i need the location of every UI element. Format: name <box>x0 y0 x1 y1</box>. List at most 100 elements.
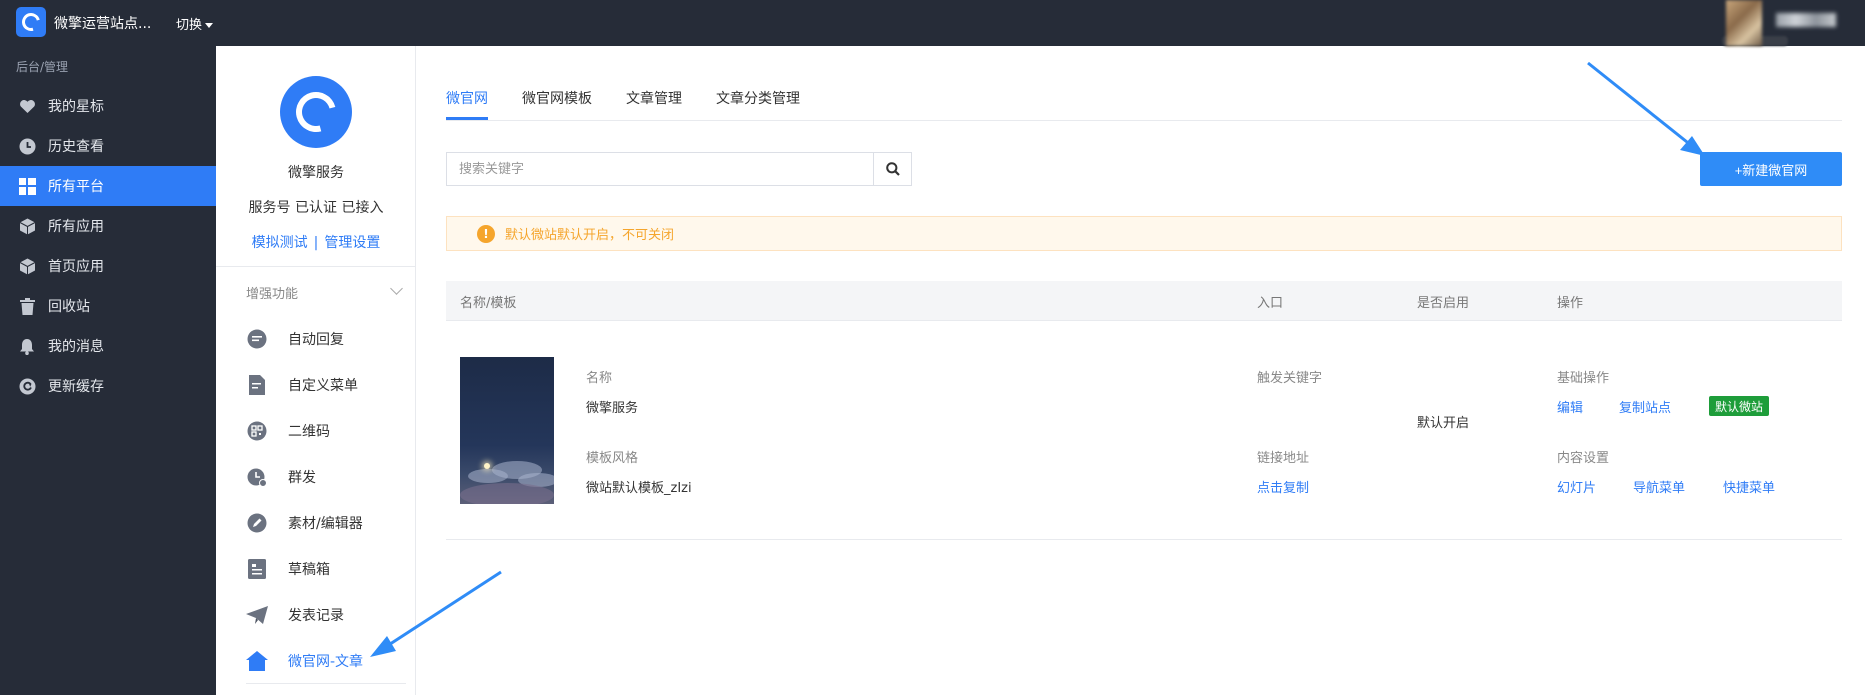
features-title[interactable]: 增强功能 <box>246 283 298 302</box>
edit-link[interactable]: 编辑 <box>1557 397 1583 416</box>
sidebar-item-label: 我的消息 <box>48 339 104 355</box>
drafts-icon <box>246 558 268 580</box>
switch-dropdown[interactable]: 切换 <box>176 14 214 33</box>
clock-icon <box>18 137 36 155</box>
grid-icon <box>18 177 36 195</box>
qrcode-icon <box>246 420 268 442</box>
warning-icon: ! <box>477 224 495 243</box>
pencil-icon <box>246 512 268 534</box>
sidebar-item-label: 历史查看 <box>48 139 104 155</box>
alert-text: 默认微站默认开启，不可关闭 <box>505 228 675 243</box>
sidebar-item-all-apps[interactable]: 所有应用 <box>0 206 216 246</box>
template-thumbnail <box>460 357 554 504</box>
tabs-divider <box>446 120 1842 121</box>
name-label: 名称 <box>586 371 613 386</box>
simulate-test-link[interactable]: 模拟测试 <box>252 235 308 251</box>
feature-qrcode[interactable]: 二维码 <box>246 415 406 447</box>
sidebar-item-refresh-cache[interactable]: 更新缓存 <box>0 366 216 406</box>
caret-down-icon <box>205 23 214 28</box>
account-panel: 微擎服务 服务号 已认证 已接入 模拟测试 | 管理设置 增强功能 自动回复 自定义… <box>216 46 416 695</box>
template-label: 模板风格 <box>586 451 639 466</box>
feature-microsite-articles[interactable]: 微官网-文章 <box>246 645 406 677</box>
trash-icon <box>18 297 36 315</box>
feature-drafts[interactable]: 草稿箱 <box>246 553 406 585</box>
column-entry: 入口 <box>1257 296 1284 311</box>
tab-article-category-management[interactable]: 文章分类管理 <box>716 86 800 122</box>
sidebar-item-history[interactable]: 历史查看 <box>0 126 216 166</box>
trigger-keyword-label: 触发关键字 <box>1257 371 1323 386</box>
feature-label: 素材/编辑器 <box>288 516 363 532</box>
sidebar-item-label: 我的星标 <box>48 99 104 115</box>
sidebar-item-label: 回收站 <box>48 299 90 315</box>
heart-icon <box>18 97 36 115</box>
link-address-label: 链接地址 <box>1257 451 1310 466</box>
document-edit-icon <box>246 374 268 396</box>
feature-auto-reply[interactable]: 自动回复 <box>246 323 406 355</box>
broadcast-icon <box>246 466 268 488</box>
sidebar-item-label: 所有平台 <box>48 179 104 195</box>
table-header: 名称/模板 入口 是否启用 操作 <box>446 281 1842 321</box>
feature-publish-records[interactable]: 发表记录 <box>246 599 406 631</box>
tab-article-management[interactable]: 文章管理 <box>626 86 682 122</box>
sidebar-item-messages[interactable]: 我的消息 <box>0 326 216 366</box>
basic-ops-label: 基础操作 <box>1557 371 1610 386</box>
account-avatar <box>280 76 352 148</box>
copy-link[interactable]: 点击复制 <box>1257 477 1309 496</box>
template-value: 微站默认模板_zIzi <box>586 481 692 496</box>
user-avatar[interactable] <box>1726 0 1762 46</box>
chevron-down-icon[interactable] <box>390 282 403 295</box>
sidebar: 后台/管理 我的星标 历史查看 所有平台 所有应用 首页应用 回收站 我的消息 … <box>0 46 216 695</box>
feature-custom-menu[interactable]: 自定义菜单 <box>246 369 406 401</box>
tab-microsite-templates[interactable]: 微官网模板 <box>522 86 592 122</box>
quick-menu-link[interactable]: 快捷菜单 <box>1723 477 1775 496</box>
sidebar-item-home-apps[interactable]: 首页应用 <box>0 246 216 286</box>
feature-label: 发表记录 <box>288 608 344 624</box>
link-separator: | <box>313 235 319 251</box>
search-button[interactable] <box>873 153 911 185</box>
cube-icon <box>18 217 36 235</box>
sidebar-item-recycle-bin[interactable]: 回收站 <box>0 286 216 326</box>
warning-alert: ! 默认微站默认开启，不可关闭 <box>446 216 1842 251</box>
feature-label: 微官网-文章 <box>288 654 364 670</box>
user-name-blurred[interactable] <box>1776 13 1836 27</box>
name-value: 微擎服务 <box>586 401 639 416</box>
feature-broadcast[interactable]: 群发 <box>246 461 406 493</box>
table-row-divider <box>446 539 1842 540</box>
cube-icon <box>18 257 36 275</box>
sidebar-item-label: 所有应用 <box>48 219 104 235</box>
enabled-status: 默认开启 <box>1417 416 1470 431</box>
column-name-template: 名称/模板 <box>460 296 517 311</box>
feature-label: 草稿箱 <box>288 562 330 578</box>
sidebar-item-label: 首页应用 <box>48 259 104 275</box>
app-logo[interactable] <box>16 7 46 37</box>
feature-label: 自动回复 <box>288 332 344 348</box>
sidebar-section-title: 后台/管理 <box>16 60 69 74</box>
sidebar-item-all-platforms[interactable]: 所有平台 <box>0 166 216 206</box>
feature-divider <box>246 683 406 684</box>
chat-icon <box>246 328 268 350</box>
slides-link[interactable]: 幻灯片 <box>1557 477 1596 496</box>
new-microsite-button[interactable]: +新建微官网 <box>1700 152 1842 186</box>
sidebar-item-starred[interactable]: 我的星标 <box>0 86 216 126</box>
switch-label: 切换 <box>176 18 203 33</box>
send-icon <box>246 604 268 626</box>
manage-settings-link[interactable]: 管理设置 <box>324 235 380 251</box>
search-box <box>446 152 912 186</box>
refresh-icon <box>18 377 36 395</box>
search-input[interactable] <box>447 153 873 185</box>
account-status: 服务号 已认证 已接入 <box>248 200 384 216</box>
account-name: 微擎服务 <box>288 165 344 181</box>
site-name[interactable]: 微擎运营站点... <box>54 13 151 33</box>
tab-microsite[interactable]: 微官网 <box>446 86 488 122</box>
content-settings-label: 内容设置 <box>1557 451 1610 466</box>
copy-site-link[interactable]: 复制站点 <box>1619 397 1671 416</box>
feature-label: 自定义菜单 <box>288 378 358 394</box>
feature-materials-editor[interactable]: 素材/编辑器 <box>246 507 406 539</box>
arrow-to-new-button <box>1587 61 1693 148</box>
feature-label: 二维码 <box>288 424 330 440</box>
default-site-badge: 默认微站 <box>1709 396 1770 416</box>
nav-menu-link[interactable]: 导航菜单 <box>1633 477 1685 496</box>
account-links: 模拟测试 | 管理设置 <box>216 232 416 252</box>
column-actions: 操作 <box>1557 296 1584 311</box>
panel-divider <box>216 266 416 267</box>
